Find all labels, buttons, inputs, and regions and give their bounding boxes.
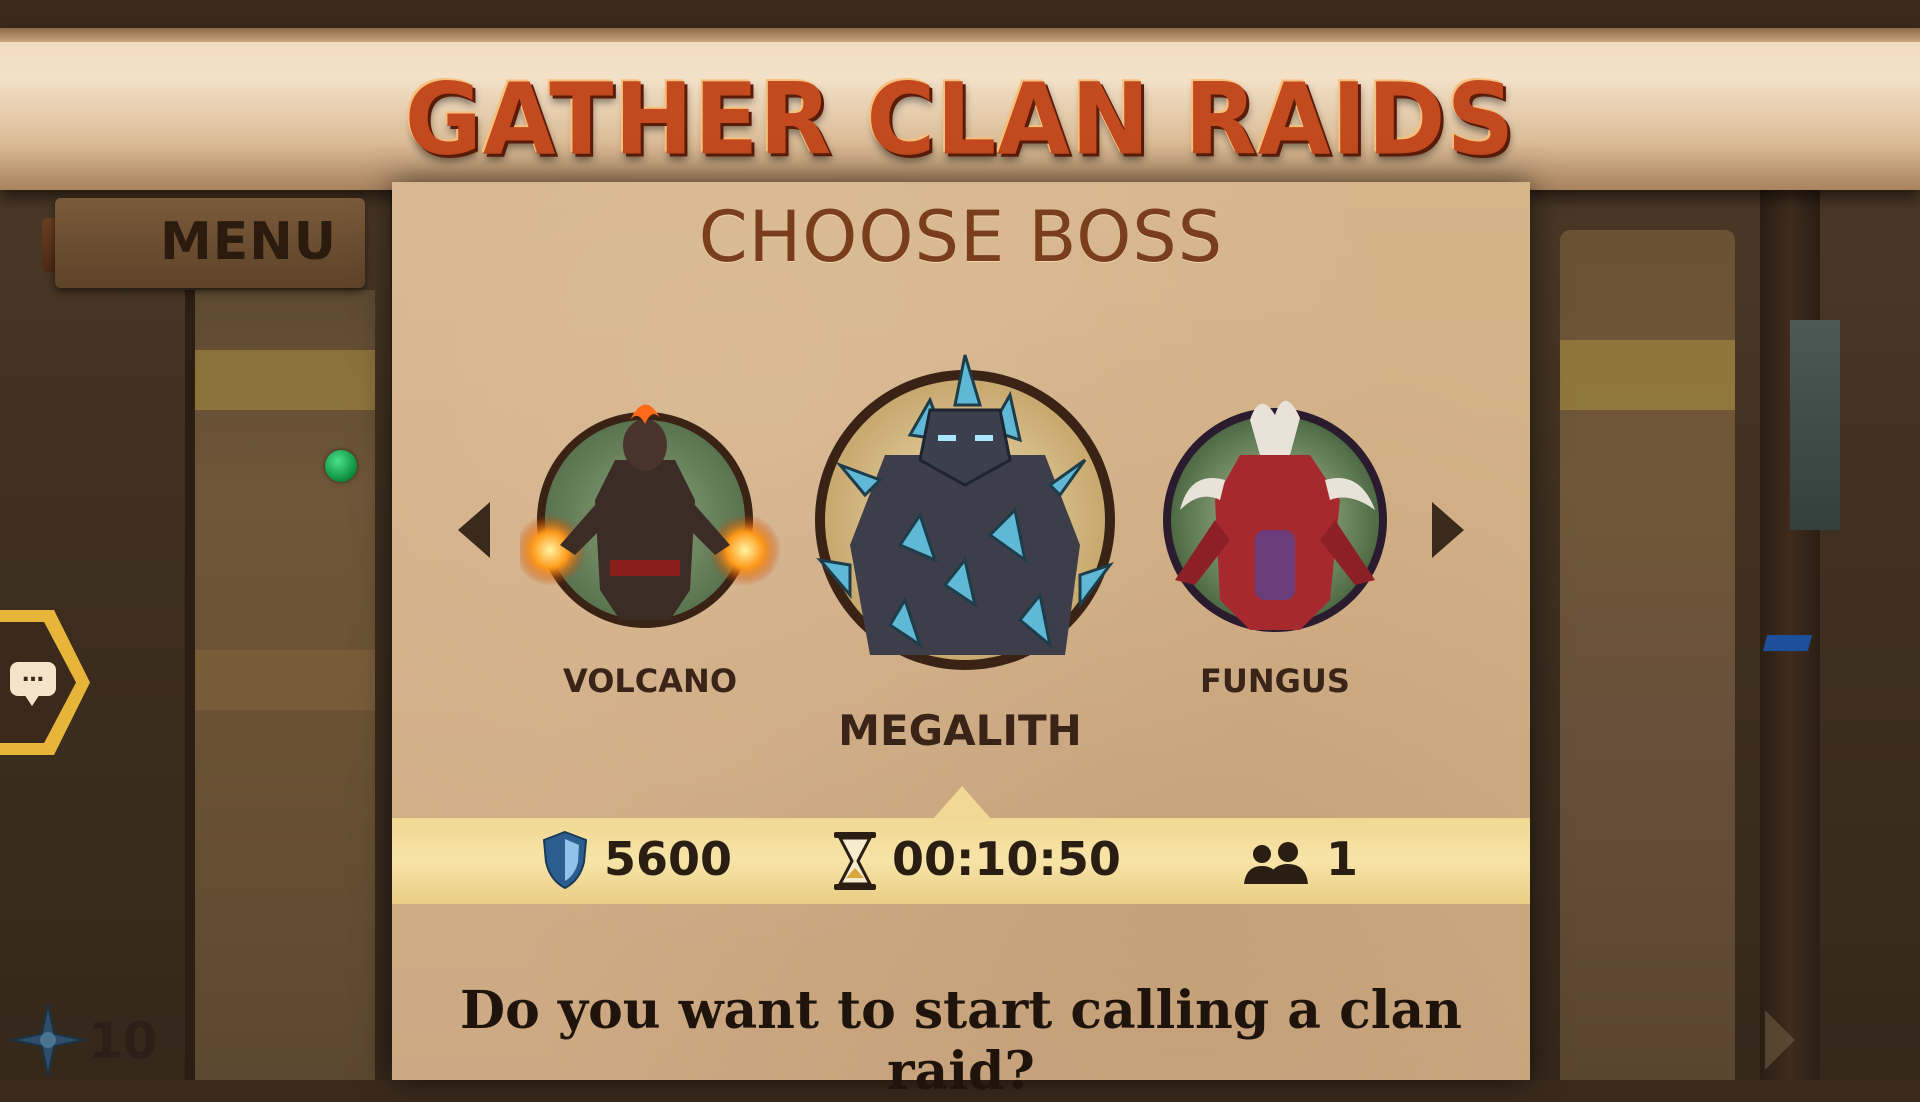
players-icon xyxy=(1244,842,1308,884)
players-count-value: 1 xyxy=(1326,832,1359,886)
resource-counter: 10 xyxy=(88,1012,158,1070)
crosshair-icon xyxy=(11,1003,85,1077)
boss-portrait-fungus[interactable] xyxy=(1140,380,1410,650)
chevron-left-icon[interactable] xyxy=(458,502,490,558)
raid-prompt-text: Do you want to start calling a clan raid… xyxy=(460,980,1462,1102)
hourglass-icon xyxy=(834,832,876,890)
boss-name-fungus: FUNGUS xyxy=(1200,662,1350,700)
background-picture xyxy=(1790,320,1840,530)
chevron-right-icon[interactable] xyxy=(1432,502,1464,558)
right-panel-bg xyxy=(1560,230,1735,1080)
left-panel-bg xyxy=(185,290,375,1080)
page-title: GATHER CLAN RAIDS xyxy=(404,63,1516,178)
boss-name-volcano: VOLCANO xyxy=(562,662,738,700)
boss-name-megalith: MEGALITH xyxy=(838,706,1082,755)
title-banner: GATHER CLAN RAIDS xyxy=(0,28,1920,190)
background-blue-marker xyxy=(1762,635,1813,651)
raid-timer-value: 00:10:50 xyxy=(892,832,1121,886)
menu-label: MENU xyxy=(160,212,338,272)
shield-icon xyxy=(542,830,588,890)
status-dot xyxy=(325,450,357,482)
panel-title: CHOOSE BOSS xyxy=(698,196,1224,278)
chat-icon: … xyxy=(10,662,56,706)
boss-power-value: 5600 xyxy=(604,832,733,886)
boss-portrait-megalith[interactable] xyxy=(780,345,1140,685)
boss-portrait-volcano[interactable] xyxy=(520,390,780,650)
